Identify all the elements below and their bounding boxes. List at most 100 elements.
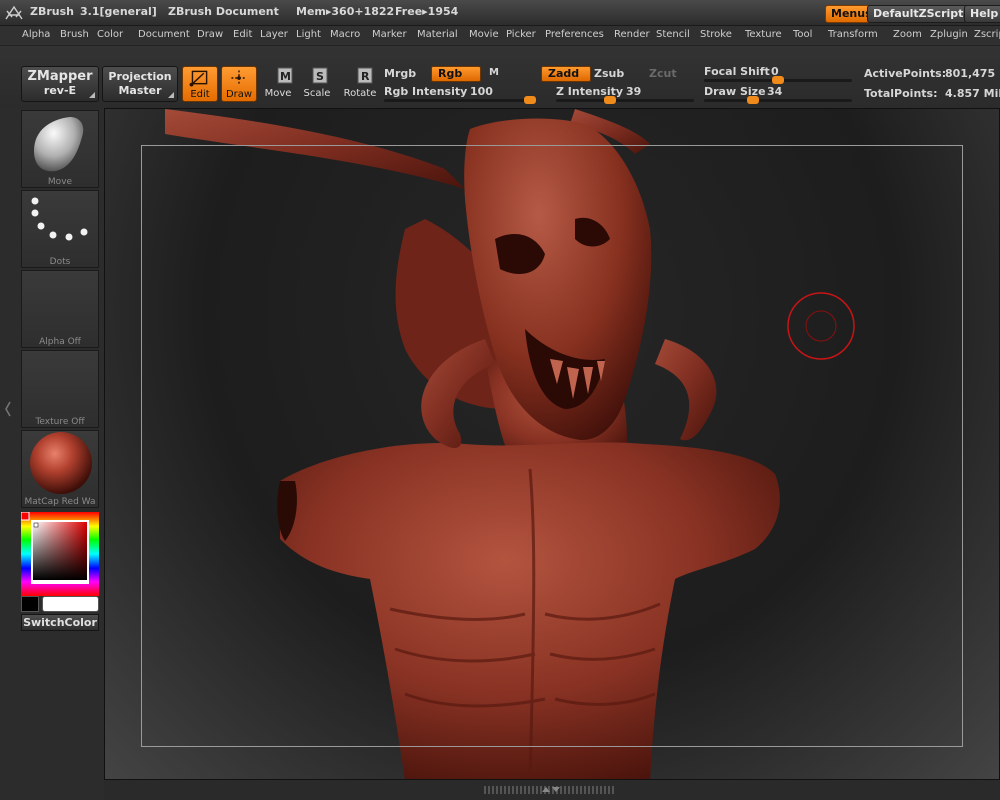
rgb-button[interactable]: Rgb: [431, 66, 481, 82]
menu-light[interactable]: Light: [296, 29, 321, 40]
zcut-button[interactable]: Zcut: [649, 67, 677, 80]
rotate-mode-button[interactable]: R Rotate: [342, 66, 378, 102]
rgb-intensity-slider[interactable]: [384, 96, 536, 104]
m-button[interactable]: M: [489, 67, 499, 78]
z-intensity-slider[interactable]: [556, 96, 694, 104]
color-wheel-icon: [20, 511, 99, 596]
menu-layer[interactable]: Layer: [260, 29, 288, 40]
draw-size-value: 34: [767, 85, 783, 98]
expand-arrows-icon[interactable]: [540, 784, 562, 796]
tray-collapse-handle[interactable]: [4, 398, 12, 420]
active-points-value: 801,475: [945, 67, 996, 80]
app-name: ZBrush: [30, 5, 74, 18]
stroke-caption: Dots: [49, 257, 71, 267]
menu-document[interactable]: Document: [138, 29, 190, 40]
draw-label: Draw: [225, 89, 253, 100]
zmapper-button[interactable]: ZMapper rev-E: [21, 66, 99, 102]
rotate-label: Rotate: [343, 88, 377, 99]
corner-menu-icon: [89, 92, 95, 98]
svg-text:S: S: [316, 70, 324, 83]
menu-stroke[interactable]: Stroke: [700, 29, 732, 40]
rotate-icon: R: [357, 67, 373, 84]
total-points-label: TotalPoints:: [864, 87, 938, 100]
memory-readout: Mem▸360+1822: [296, 5, 395, 18]
brush-selector[interactable]: Move: [21, 110, 99, 188]
menu-alpha[interactable]: Alpha: [22, 29, 50, 40]
focal-shift-slider[interactable]: [704, 76, 852, 84]
menu-stencil[interactable]: Stencil: [656, 29, 690, 40]
svg-text:R: R: [361, 70, 370, 83]
menu-draw[interactable]: Draw: [197, 29, 223, 40]
scale-mode-button[interactable]: S Scale: [299, 66, 335, 102]
zsub-button[interactable]: Zsub: [594, 67, 624, 80]
document-canvas[interactable]: [104, 108, 1000, 780]
draw-mode-button[interactable]: Draw: [221, 66, 257, 102]
svg-text:M: M: [280, 70, 291, 83]
menu-tool[interactable]: Tool: [793, 29, 812, 40]
edit-label: Edit: [190, 89, 210, 100]
scale-label: Scale: [303, 88, 331, 99]
slider-knob[interactable]: [603, 96, 616, 104]
zadd-button[interactable]: Zadd: [541, 66, 591, 82]
zbrush-window: ZBrush 3.1[general] ZBrush Document Mem▸…: [0, 0, 1000, 800]
slider-knob[interactable]: [524, 96, 536, 104]
app-version: 3.1[general]: [80, 5, 157, 18]
main-color-swatch[interactable]: [21, 596, 39, 612]
edit-mode-button[interactable]: Edit: [182, 66, 218, 102]
edit-icon: [189, 70, 208, 87]
menu-render[interactable]: Render: [614, 29, 650, 40]
material-caption: MatCap Red Wa: [24, 497, 96, 507]
mrgb-button[interactable]: Mrgb: [384, 67, 416, 80]
menu-macro[interactable]: Macro: [330, 29, 360, 40]
projection-label: Projection: [108, 70, 172, 83]
menu-brush[interactable]: Brush: [60, 29, 89, 40]
master-label: Master: [118, 84, 162, 97]
alpha-selector[interactable]: Alpha Off: [21, 270, 99, 348]
secondary-color-swatch[interactable]: [42, 596, 99, 612]
help-button[interactable]: Help: [964, 5, 1000, 23]
projection-master-button[interactable]: Projection Master: [102, 66, 178, 102]
menu-picker[interactable]: Picker: [506, 29, 536, 40]
zmapper-version: rev-E: [43, 84, 77, 97]
stroke-selector[interactable]: Dots: [21, 190, 99, 268]
menu-edit[interactable]: Edit: [233, 29, 252, 40]
dots-stroke-icon: [31, 197, 88, 241]
z-intensity-value: 39: [626, 85, 642, 98]
rgb-intensity-value: 100: [470, 85, 493, 98]
default-zscript-button[interactable]: DefaultZScript: [867, 5, 970, 23]
menu-preferences[interactable]: Preferences: [545, 29, 604, 40]
slider-knob[interactable]: [772, 76, 784, 84]
zmapper-label: ZMapper: [27, 69, 93, 84]
draw-icon: [231, 70, 247, 86]
brush-caption: Move: [47, 177, 73, 187]
top-shelf: ZMapper rev-E Projection Master Edit Dra…: [0, 46, 1000, 108]
document-frame: [141, 145, 963, 747]
focal-shift-label: Focal Shift: [704, 65, 770, 78]
total-points-value: 4.857 Mil: [945, 87, 1000, 100]
menu-movie[interactable]: Movie: [469, 29, 499, 40]
menu-zplugin[interactable]: Zplugin: [930, 29, 968, 40]
texture-selector[interactable]: Texture Off: [21, 350, 99, 428]
zbrush-logo-icon: [5, 5, 23, 20]
document-title: ZBrush Document: [168, 5, 279, 18]
draw-size-slider[interactable]: [704, 96, 852, 104]
free-memory-readout: Free▸1954: [395, 5, 459, 18]
scale-icon: S: [312, 67, 328, 84]
move-icon: M: [277, 67, 293, 84]
color-picker[interactable]: [20, 511, 99, 596]
title-bar: ZBrush 3.1[general] ZBrush Document Mem▸…: [0, 0, 1000, 26]
material-selector[interactable]: MatCap Red Wa: [21, 430, 99, 508]
menu-material[interactable]: Material: [417, 29, 458, 40]
rgb-intensity-label: Rgb Intensity: [384, 85, 468, 98]
menu-transform[interactable]: Transform: [828, 29, 878, 40]
menu-zscript[interactable]: Zscript: [974, 29, 1000, 40]
menu-texture[interactable]: Texture: [745, 29, 782, 40]
switch-color-button[interactable]: SwitchColor: [21, 614, 99, 631]
menu-zoom[interactable]: Zoom: [893, 29, 922, 40]
menu-color[interactable]: Color: [97, 29, 123, 40]
move-mode-button[interactable]: M Move: [260, 66, 296, 102]
menu-bar: Alpha Brush Color Document Draw Edit Layer Ligh…: [0, 26, 1000, 46]
slider-knob[interactable]: [746, 96, 759, 104]
corner-menu-icon: [168, 92, 174, 98]
menu-marker[interactable]: Marker: [372, 29, 407, 40]
